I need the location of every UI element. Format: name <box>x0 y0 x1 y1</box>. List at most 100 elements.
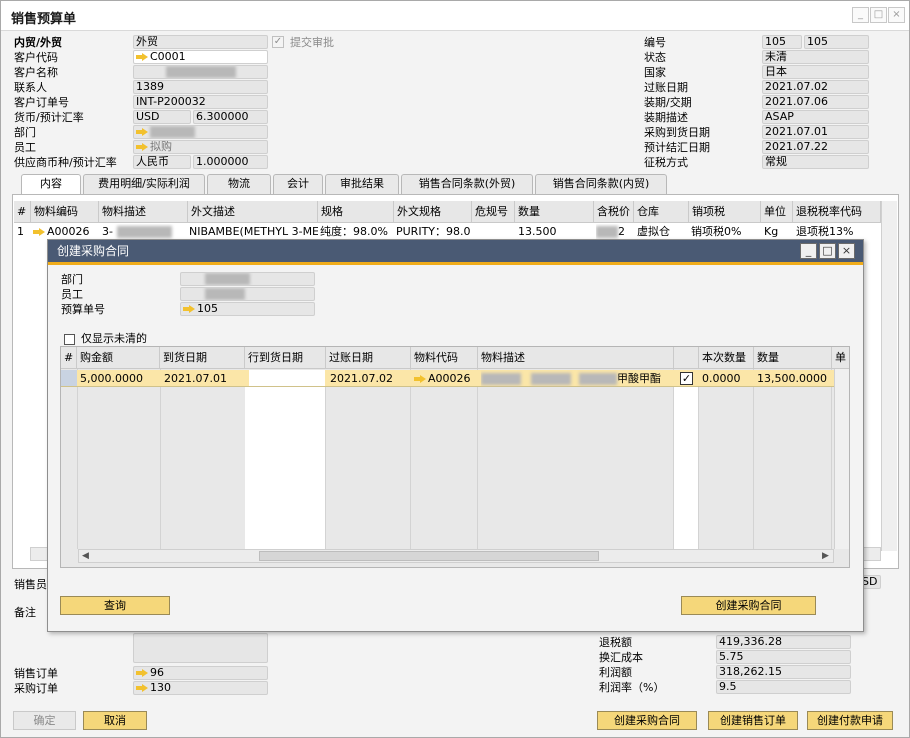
main-grid-vscroll[interactable] <box>881 201 897 551</box>
col-quantity[interactable]: 数量 <box>754 347 832 368</box>
purchase-order-label: 采购订单 <box>14 682 58 695</box>
query-button[interactable]: 查询 <box>60 596 170 615</box>
supplier-currency-field[interactable]: 人民币 <box>133 155 191 169</box>
tax-method-field[interactable]: 常规 <box>762 155 869 169</box>
col-foreign-spec[interactable]: 外文规格 <box>394 201 472 222</box>
col-warehouse[interactable]: 仓库 <box>634 201 689 222</box>
sales-order-field[interactable]: 96 <box>133 666 268 680</box>
customer-name-field[interactable] <box>133 65 268 79</box>
col-arrival-date[interactable]: 到货日期 <box>160 347 245 368</box>
link-arrow-icon[interactable] <box>136 684 148 692</box>
po-grid-row[interactable]: 5,000.0000 2021.07.01 2021.07.02 A00026 … <box>61 370 849 387</box>
link-arrow-icon[interactable] <box>183 305 195 313</box>
maximize-button[interactable]: □ <box>870 7 887 23</box>
purchase-order-field[interactable]: 130 <box>133 681 268 695</box>
item-grid-header: # 物料编码 物料描述 外文描述 规格 外文规格 危规号 数量 含税价 仓库 销… <box>14 201 881 223</box>
tab-sales-terms-domestic[interactable]: 销售合同条款(内贸) <box>535 174 667 194</box>
row-select-checkbox[interactable]: ✓ <box>680 372 693 385</box>
department-label: 部门 <box>14 126 36 139</box>
col-purchase-amount[interactable]: 购金额 <box>77 347 160 368</box>
create-so-button[interactable]: 创建销售订单 <box>708 711 798 730</box>
col-posting-date[interactable]: 过账日期 <box>326 347 411 368</box>
only-open-checkbox[interactable] <box>64 332 75 345</box>
col-line-arrival-date[interactable]: 行到货日期 <box>245 347 326 368</box>
dialog-budget-no-field[interactable]: 105 <box>180 302 315 316</box>
link-arrow-icon[interactable] <box>136 669 148 677</box>
ship-desc-field[interactable]: ASAP <box>762 110 869 124</box>
status-field[interactable]: 未清 <box>762 50 869 64</box>
contact-field[interactable]: 1389 <box>133 80 268 94</box>
dialog-maximize-button[interactable]: □ <box>819 243 836 259</box>
tab-contents[interactable]: 内容 <box>21 174 81 195</box>
series-field[interactable]: 105 <box>762 35 802 49</box>
ship-date-field[interactable]: 2021.07.06 <box>762 95 869 109</box>
cancel-button[interactable]: 取消 <box>83 711 147 730</box>
tab-logistics[interactable]: 物流 <box>207 174 271 194</box>
col-unit[interactable]: 单 <box>832 347 849 368</box>
link-arrow-icon[interactable] <box>136 143 148 151</box>
row-posting-date: 2021.07.02 <box>330 372 393 385</box>
close-button[interactable]: × <box>888 7 905 23</box>
col-item-desc[interactable]: 物料描述 <box>478 347 674 368</box>
col-refund-tax-code[interactable]: 退税税率代码 <box>793 201 881 222</box>
col-output-tax[interactable]: 销项税 <box>689 201 761 222</box>
col-price-incl-tax[interactable]: 含税价 <box>594 201 634 222</box>
number-field[interactable]: 105 <box>804 35 869 49</box>
tab-accounting[interactable]: 会计 <box>273 174 323 194</box>
col-select[interactable] <box>674 347 699 368</box>
link-arrow-icon[interactable] <box>136 128 148 136</box>
row-selector[interactable] <box>61 370 77 386</box>
dialog-create-po-button[interactable]: 创建采购合同 <box>681 596 816 615</box>
settle-date-field[interactable]: 2021.07.22 <box>762 140 869 154</box>
ok-button[interactable]: 确定 <box>13 711 76 730</box>
scroll-thumb[interactable] <box>259 551 599 561</box>
purchase-arrival-field[interactable]: 2021.07.01 <box>762 125 869 139</box>
row-arrival-date: 2021.07.01 <box>164 372 227 385</box>
col-this-qty[interactable]: 本次数量 <box>699 347 754 368</box>
refund-field[interactable]: 419,336.28 <box>716 635 851 649</box>
profit-field[interactable]: 318,262.15 <box>716 665 851 679</box>
col-foreign-desc[interactable]: 外文描述 <box>188 201 318 222</box>
col-spec[interactable]: 规格 <box>318 201 394 222</box>
submit-approval-checkbox[interactable]: ✓ <box>272 36 284 48</box>
link-arrow-icon[interactable] <box>136 53 148 61</box>
scroll-right-icon[interactable]: ▶ <box>822 551 829 561</box>
col-item-code[interactable]: 物料编码 <box>31 201 99 222</box>
exchange-rate-field[interactable]: 6.300000 <box>193 110 268 124</box>
po-grid-vscroll[interactable] <box>834 369 849 549</box>
col-item-desc[interactable]: 物料描述 <box>99 201 188 222</box>
dialog-employee-field[interactable] <box>180 287 315 301</box>
col-unit[interactable]: 单位 <box>761 201 793 222</box>
dialog-department-field[interactable] <box>180 272 315 286</box>
minimize-button[interactable]: _ <box>852 7 869 23</box>
trade-type-field[interactable]: 外贸 <box>133 35 268 49</box>
remarks-field[interactable] <box>133 633 268 663</box>
posting-date-field[interactable]: 2021.07.02 <box>762 80 869 94</box>
col-hazard-no[interactable]: 危规号 <box>472 201 515 222</box>
item-grid-row[interactable]: 1 A00026 3- NIBAMBE(METHYL 3-ME 纯度：98.0%… <box>14 224 892 240</box>
tab-cost-details[interactable]: 费用明细/实际利润 <box>83 174 205 194</box>
profit-rate-field[interactable]: 9.5 <box>716 680 851 694</box>
row-line-arrival-date[interactable] <box>249 370 325 386</box>
dialog-close-button[interactable]: × <box>838 243 855 259</box>
customer-code-field[interactable]: C0001 <box>133 50 268 64</box>
currency-field[interactable]: USD <box>133 110 191 124</box>
row-item-desc: 3- <box>102 225 113 238</box>
tab-approval-result[interactable]: 审批结果 <box>325 174 399 194</box>
supplier-rate-field[interactable]: 1.000000 <box>193 155 268 169</box>
employee-field[interactable]: 拟购 <box>133 140 268 154</box>
link-arrow-icon[interactable] <box>414 375 426 383</box>
customer-order-field[interactable]: INT-P200032 <box>133 95 268 109</box>
po-grid-hscroll[interactable]: ◀ ▶ <box>78 549 834 563</box>
department-field[interactable] <box>133 125 268 139</box>
link-arrow-icon[interactable] <box>33 228 45 236</box>
fx-cost-field[interactable]: 5.75 <box>716 650 851 664</box>
dialog-minimize-button[interactable]: _ <box>800 243 817 259</box>
tab-sales-terms-foreign[interactable]: 销售合同条款(外贸) <box>401 174 533 194</box>
col-item-code[interactable]: 物料代码 <box>411 347 478 368</box>
create-payment-button[interactable]: 创建付款申请 <box>807 711 893 730</box>
country-field[interactable]: 日本 <box>762 65 869 79</box>
scroll-left-icon[interactable]: ◀ <box>82 551 89 561</box>
col-quantity[interactable]: 数量 <box>515 201 594 222</box>
create-po-button[interactable]: 创建采购合同 <box>597 711 697 730</box>
